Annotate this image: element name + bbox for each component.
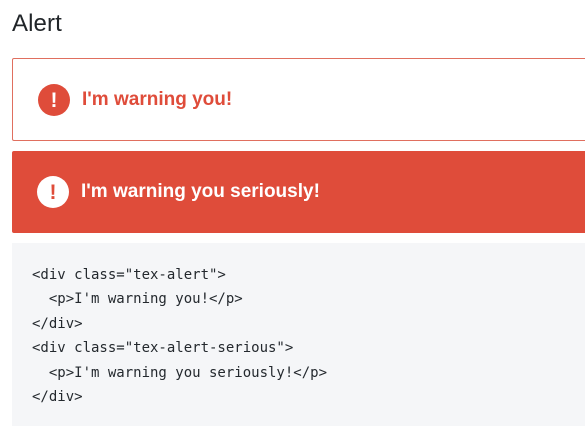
alert-warning: ! I'm warning you! xyxy=(12,58,585,141)
exclamation-icon: ! xyxy=(37,176,69,208)
code-block[interactable]: <div class="tex-alert"> <p>I'm warning y… xyxy=(12,243,585,426)
exclamation-icon: ! xyxy=(38,84,70,116)
alert-warning-text: I'm warning you! xyxy=(82,89,233,110)
code-line: <p>I'm warning you!</p> xyxy=(32,291,243,308)
section-title: Alert xyxy=(12,10,62,37)
code-line: <div class="tex-alert-serious"> xyxy=(32,340,294,357)
code-line: </div> xyxy=(32,389,83,406)
code-line: <p>I'm warning you seriously!</p> xyxy=(32,364,328,381)
code-line: </div> xyxy=(32,315,83,332)
alert-serious: ! I'm warning you seriously! xyxy=(12,151,585,233)
alert-serious-text: I'm warning you seriously! xyxy=(81,181,320,202)
code-line: <div class="tex-alert"> xyxy=(32,267,226,283)
page: Alert ! I'm warning you! ! I'm warning y… xyxy=(0,0,585,440)
